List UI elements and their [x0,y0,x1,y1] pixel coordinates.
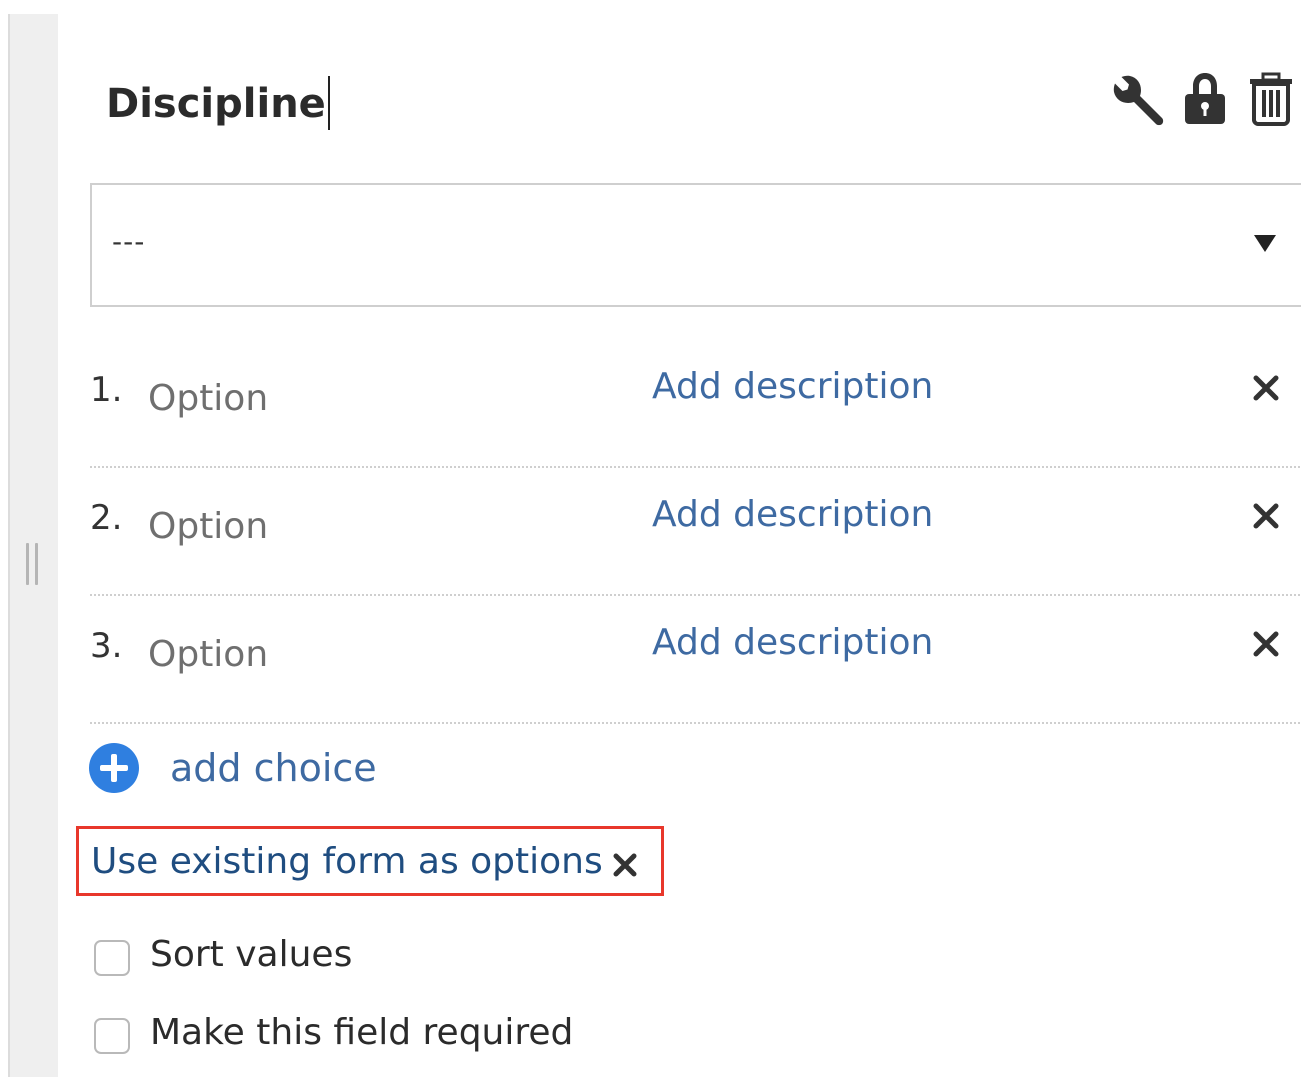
close-icon[interactable] [1250,628,1282,660]
add-description-link[interactable]: Add description [652,366,933,407]
close-icon[interactable] [1250,500,1282,532]
required-label[interactable]: Make this field required [150,1012,573,1053]
close-icon[interactable] [611,851,639,879]
close-icon[interactable] [1250,372,1282,404]
plus-circle-icon[interactable] [88,742,140,794]
triangle-down-icon [1254,235,1276,252]
trash-icon[interactable] [1246,70,1296,126]
choice-number: 3. [90,626,123,666]
text-cursor [327,76,330,130]
choice-row: 2. Add description [90,468,1301,596]
choice-option-input[interactable] [148,634,588,675]
choice-number: 2. [90,498,123,538]
add-choice-label[interactable]: add choice [170,746,377,790]
lock-icon[interactable] [1182,70,1228,126]
use-existing-form-button[interactable]: Use existing form as options [76,826,664,896]
wrench-icon[interactable] [1112,70,1168,126]
choice-number: 1. [90,370,123,410]
add-description-link[interactable]: Add description [652,622,933,663]
sort-values-label[interactable]: Sort values [150,934,352,975]
select-value: --- [112,225,146,258]
choice-option-input[interactable] [148,378,588,419]
choice-option-input[interactable] [148,506,588,547]
choice-preview-select[interactable]: --- [90,183,1301,307]
required-checkbox[interactable] [94,1018,130,1054]
choice-row: 3. Add description [90,596,1301,724]
field-title[interactable]: Discipline [106,76,330,134]
choice-row: 1. Add description [90,340,1301,468]
sort-values-checkbox[interactable] [94,940,130,976]
drag-handle-icon[interactable] [26,543,40,585]
field-title-text[interactable]: Discipline [106,81,326,127]
add-description-link[interactable]: Add description [652,494,933,535]
use-existing-form-label[interactable]: Use existing form as options [91,841,603,882]
